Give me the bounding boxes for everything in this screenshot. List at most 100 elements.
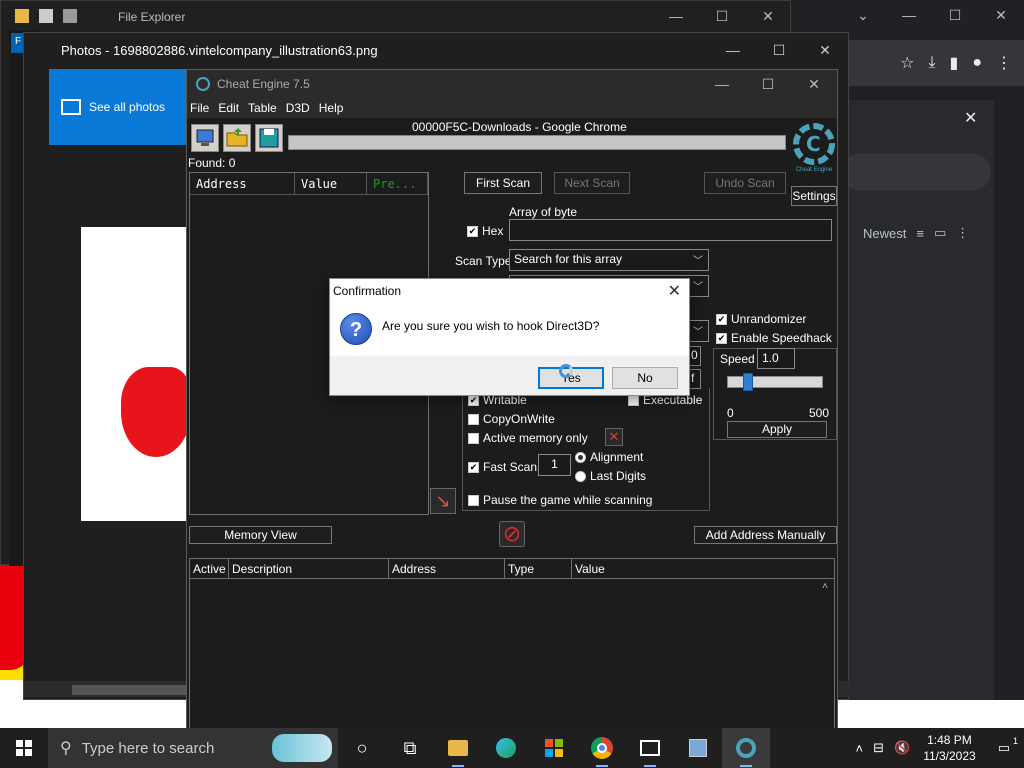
close-icon[interactable]: ✕ [668,281,681,301]
confirmation-dialog: Confirmation ✕ ? Are you sure you wish t… [329,278,690,396]
maximize-button[interactable]: ☐ [756,33,802,67]
column-active[interactable]: Active [190,559,229,578]
add-to-list-arrow-icon[interactable]: ↘ [430,488,456,514]
svg-text:C: C [806,132,821,156]
select-process-button[interactable] [191,124,219,152]
new-folder-icon[interactable] [63,9,77,23]
chevron-up-icon[interactable]: ˄ [851,741,869,756]
cheat-engine-logo-icon: C [793,123,835,165]
first-scan-button[interactable]: First Scan [464,172,542,194]
unrandomizer-checkbox[interactable]: ✔ Unrandomizer [716,312,806,326]
maximize-button[interactable]: ☐ [745,70,791,98]
bookmark-star-icon[interactable]: ☆ [900,53,914,73]
scan-type-value: Search for this array [514,252,623,266]
open-file-button[interactable] [223,124,251,152]
illustration-shape [121,367,191,457]
save-icon [259,128,279,148]
cheat-table-header: Active Description Address Type Value [190,559,834,579]
folder-icon[interactable]: ▭ [934,225,946,241]
process-name: 00000F5C-Downloads - Google Chrome [412,120,627,134]
scan-value-input[interactable] [509,219,832,241]
maximize-button[interactable]: ☐ [699,1,745,31]
column-value[interactable]: Value [295,173,367,194]
scan-type-label: Scan Type [455,254,512,268]
undo-scan-button[interactable]: Undo Scan [704,172,786,194]
speed-slider-track[interactable] [727,376,823,388]
menu-file[interactable]: File [187,98,215,118]
volume-muted-icon[interactable]: 🔇 [889,740,915,756]
download-icon[interactable]: ⤓ [928,54,935,72]
maximize-button[interactable]: ☐ [932,0,978,30]
more-icon[interactable]: ⋮ [956,225,969,241]
enable-speedhack-checkbox[interactable]: ✔ Enable Speedhack [716,331,832,345]
menu-help[interactable]: Help [316,98,350,118]
column-description[interactable]: Description [229,559,389,578]
profile-icon[interactable]: ● [972,54,982,72]
speed-slider-thumb[interactable] [743,373,753,391]
value-type-label: Array of byte [509,205,578,219]
column-type[interactable]: Type [505,559,572,578]
menu-d3d[interactable]: D3D [283,98,316,118]
minimize-button[interactable]: — [886,0,932,30]
scan-type-select[interactable]: Search for this array ﹀ [509,249,709,271]
properties-icon[interactable] [39,9,53,23]
folder-icon[interactable] [15,9,29,23]
next-scan-button[interactable]: Next Scan [554,172,630,194]
settings-app-icon[interactable] [674,728,722,768]
menu-table[interactable]: Table [245,98,283,118]
no-button[interactable]: No [612,367,678,389]
minimize-button[interactable]: — [699,70,745,98]
column-address[interactable]: Address [389,559,505,578]
logo-text: Cheat Engine [795,167,833,173]
cheat-table[interactable]: Active Description Address Type Value ˄ [189,558,835,730]
close-button[interactable]: ✕ [791,70,837,98]
taskbar-search[interactable]: ⚲ Type here to search [48,728,338,768]
panel-close-icon[interactable]: ✕ [964,108,977,128]
close-button[interactable]: ✕ [745,1,791,31]
settings-button[interactable]: Settings [791,186,837,206]
store-icon[interactable] [530,728,578,768]
notification-icon[interactable]: ▭ 1 [984,736,1024,756]
photos-icon[interactable] [626,728,674,768]
start-button[interactable] [0,728,48,768]
scan-progress-bar [288,135,786,150]
minimize-button[interactable]: — [653,1,699,31]
stop-icon[interactable]: ⊘ [499,521,525,547]
task-view-icon[interactable]: ⧉ [386,728,434,768]
busy-cursor-icon [559,364,573,378]
question-icon: ? [340,313,372,345]
cheat-engine-taskbar-icon[interactable] [722,728,770,768]
tab-search-button[interactable]: ⌄ [840,0,886,30]
sort-control[interactable]: Newest ≡ ▭ ⋮ [863,225,969,241]
chrome-icon[interactable] [578,728,626,768]
close-button[interactable]: ✕ [802,33,848,67]
search-input[interactable] [841,154,991,190]
minimize-button[interactable]: — [710,33,756,67]
save-button[interactable] [255,124,283,152]
menu-edit[interactable]: Edit [215,98,245,118]
column-value[interactable]: Value [572,559,832,578]
window-title: Cheat Engine 7.5 [217,77,310,91]
cheat-engine-logo[interactable]: C Cheat Engine [792,122,836,178]
menu-kebab-icon[interactable]: ⋮ [996,53,1012,73]
cheat-engine-window: Cheat Engine 7.5 — ☐ ✕ File Edit Table D… [186,69,838,730]
add-address-manually-button[interactable]: Add Address Manually [694,526,837,544]
apply-button[interactable]: Apply [727,421,827,438]
clock[interactable]: 1:48 PM 11/3/2023 [915,732,984,764]
edge-icon[interactable] [482,728,530,768]
vertical-scrollbar[interactable]: ˄ [818,581,832,729]
memory-region-select[interactable]: ﹀ [687,320,709,342]
close-button[interactable]: ✕ [978,0,1024,30]
column-previous[interactable]: Pre... [367,173,428,194]
memory-view-button[interactable]: Memory View [189,526,332,544]
cortana-icon[interactable]: ○ [338,728,386,768]
side-panel-icon[interactable]: ▮ [950,53,959,73]
window-controls: — ☐ ✕ [699,70,837,98]
unrandomizer-label: Unrandomizer [731,312,807,326]
hex-checkbox[interactable]: ✔ Hex [467,224,503,238]
column-address[interactable]: Address [190,173,295,194]
network-icon[interactable]: ⊟ [868,740,889,756]
file-explorer-taskbar-icon[interactable] [434,728,482,768]
title-bar: Cheat Engine 7.5 — ☐ ✕ [187,70,837,98]
speed-input[interactable]: 1.0 [757,348,795,369]
